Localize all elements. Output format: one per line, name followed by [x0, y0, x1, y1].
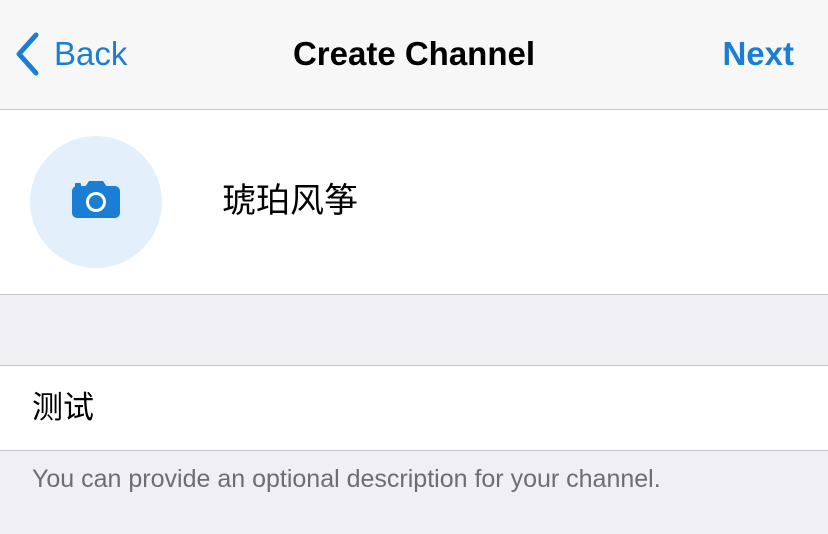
- description-input[interactable]: 测试: [32, 386, 792, 430]
- section-separator: [0, 295, 828, 365]
- navigation-bar: Back Create Channel Next: [0, 0, 828, 110]
- description-hint: You can provide an optional description …: [32, 465, 661, 493]
- next-button[interactable]: Next: [722, 30, 794, 78]
- channel-name-input[interactable]: 琥珀风筝: [222, 176, 782, 226]
- description-section: 测试: [0, 365, 828, 451]
- camera-icon: [70, 180, 122, 225]
- page-title: Create Channel: [292, 35, 536, 72]
- channel-profile-section: 琥珀风筝: [0, 110, 828, 295]
- channel-photo-picker[interactable]: [30, 136, 162, 268]
